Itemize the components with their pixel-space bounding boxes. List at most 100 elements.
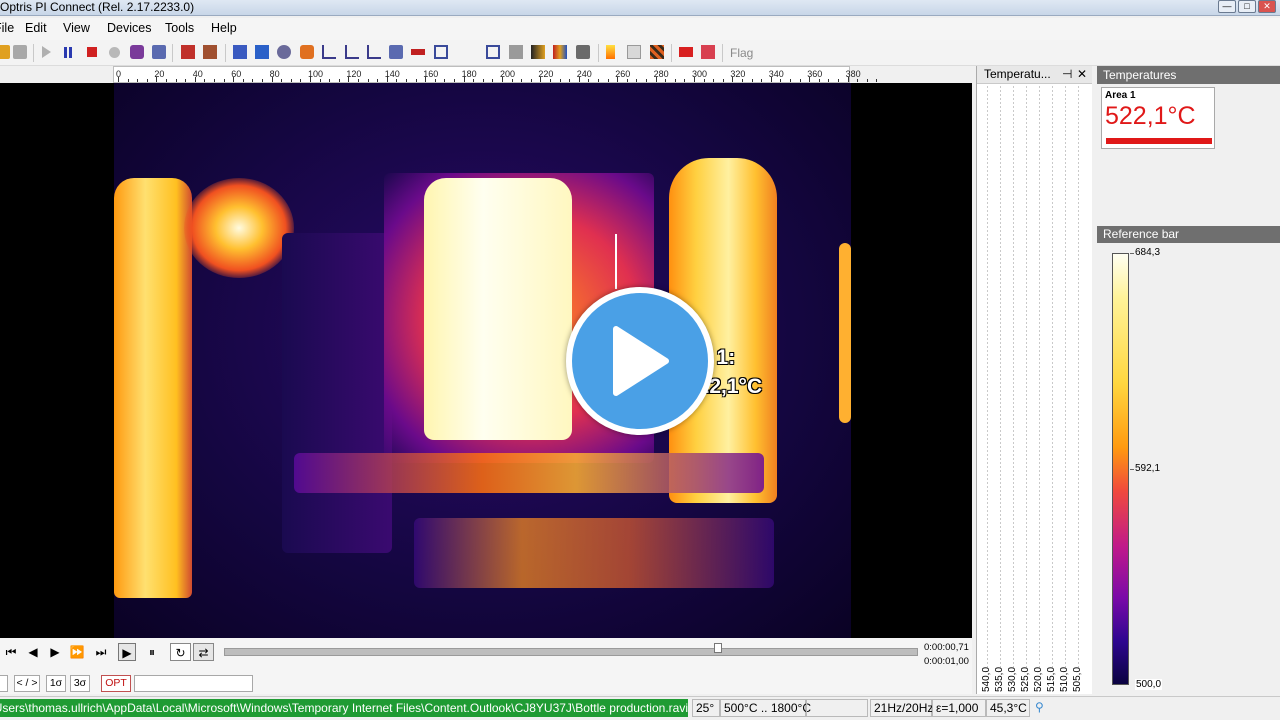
fit-icon[interactable] — [486, 45, 500, 59]
maximize-button[interactable]: □ — [1238, 0, 1256, 13]
layout-icon[interactable] — [181, 45, 195, 59]
line-chart-icon[interactable] — [322, 45, 336, 59]
empty-field — [806, 699, 868, 717]
machine-frame — [282, 233, 392, 553]
document-icon[interactable] — [233, 45, 247, 59]
square-icon[interactable] — [509, 45, 523, 59]
color-reference-bar — [1112, 253, 1129, 685]
record-icon[interactable] — [109, 47, 120, 58]
play-pause-icon[interactable]: ▶ — [118, 643, 136, 661]
ruler-tick — [482, 79, 484, 82]
line-icon[interactable] — [411, 49, 425, 55]
color-bars-icon[interactable] — [531, 45, 545, 59]
ruler-tick — [655, 77, 657, 82]
ruler-tick — [492, 79, 494, 82]
toolbar: Flag — [0, 40, 1280, 66]
timeline-thumb[interactable] — [714, 643, 722, 653]
ruler-tick — [790, 79, 791, 82]
thermal-image-view[interactable]: Area 1: 522,1°C — [0, 83, 972, 638]
left-edge-button[interactable] — [0, 675, 8, 692]
menu-tools[interactable]: Tools — [165, 21, 194, 35]
menu-devices[interactable]: Devices — [107, 21, 151, 35]
timeline-slider[interactable] — [224, 643, 918, 656]
ruler-tick — [358, 79, 359, 82]
status-bar: C:\Users\thomas.ullrich\AppData\Local\Mi… — [0, 696, 1280, 720]
ruler-tick — [722, 79, 724, 82]
temperatures-panel-title: Temperatures — [1097, 66, 1280, 84]
fov-field: 25° — [692, 699, 720, 717]
one-sigma-button[interactable]: 1σ — [46, 675, 66, 692]
graph-y-label: 515,0 — [1046, 666, 1057, 692]
range-toggle-button[interactable]: < / > — [14, 675, 40, 692]
step-forward-icon[interactable]: ▶ — [46, 643, 64, 661]
menu-edit[interactable]: Edit — [25, 21, 47, 35]
alarm-icon[interactable] — [679, 47, 693, 57]
tools-icon[interactable] — [576, 45, 590, 59]
graph-grid-line — [1000, 86, 1001, 668]
play-icon[interactable] — [42, 46, 51, 58]
palette-icon[interactable] — [203, 45, 217, 59]
fast-forward-icon[interactable]: ⏩ — [68, 643, 86, 661]
three-sigma-button[interactable]: 3σ — [70, 675, 90, 692]
copy-icon[interactable] — [152, 45, 166, 59]
graph-panel-header: Temperatu... ⊣ ✕ — [977, 66, 1092, 84]
bottle-edge-right — [839, 243, 851, 423]
isotherm-icon[interactable] — [650, 45, 664, 59]
pin-icon[interactable]: ⊣ — [1062, 66, 1072, 83]
trend-icon[interactable] — [367, 45, 381, 59]
pause-icon[interactable] — [64, 47, 72, 58]
pause-icon[interactable]: ⏸ — [143, 643, 161, 661]
ruler-tick — [348, 77, 350, 82]
ruler-tick — [146, 79, 148, 82]
scale-range-field[interactable] — [134, 675, 253, 692]
paint-icon[interactable] — [300, 45, 314, 59]
ruler-tick — [367, 79, 369, 82]
scale-icon[interactable] — [606, 45, 615, 59]
temperatures-panel: Temperatures Area 1 522,1°C — [1097, 66, 1280, 226]
ruler-tick — [838, 79, 839, 82]
close-button[interactable]: ✕ — [1258, 0, 1276, 13]
menu-help[interactable]: Help — [211, 21, 237, 35]
resize-icon[interactable] — [434, 45, 448, 59]
ruler-tick — [674, 79, 676, 82]
graph-y-label: 525,0 — [1020, 666, 1031, 692]
layers-icon[interactable] — [277, 45, 291, 59]
camera-icon[interactable] — [130, 45, 144, 59]
bars-icon[interactable] — [553, 45, 567, 59]
step-back-icon[interactable]: ◀ — [24, 643, 42, 661]
ruler-tick — [223, 79, 225, 82]
loop-icon[interactable]: ↻ — [170, 643, 191, 661]
ruler-tick — [290, 79, 292, 82]
ruler-tick — [847, 77, 849, 82]
skip-start-icon[interactable]: ⏮ — [2, 643, 20, 661]
ruler-tick — [338, 79, 340, 82]
ruler-tick — [281, 79, 283, 82]
save-icon[interactable] — [13, 45, 27, 59]
ruler-tick — [175, 79, 177, 82]
close-icon[interactable]: ✕ — [1077, 66, 1087, 83]
toolbar-separator — [671, 44, 672, 62]
profile-icon[interactable] — [345, 45, 359, 59]
graph-grid-line — [1013, 86, 1014, 668]
minimize-button[interactable]: — — [1218, 0, 1236, 13]
histogram-icon[interactable] — [255, 45, 269, 59]
area-temperature-box[interactable]: Area 1 522,1°C — [1101, 87, 1215, 149]
scale-settings-icon[interactable] — [627, 45, 641, 59]
skip-end-icon[interactable]: ⏭ — [92, 643, 110, 661]
ruler-tick — [607, 79, 609, 82]
ruler-tick — [569, 79, 571, 82]
ruler-tick — [578, 77, 580, 82]
menu-file[interactable]: File — [0, 21, 14, 35]
grid-icon[interactable] — [389, 45, 403, 59]
reference-bar-panel: Reference bar 684,3 592,1 500,0 — [1097, 226, 1280, 694]
ruler-tick — [204, 79, 206, 82]
settings-icon[interactable]: ⇄ — [193, 643, 214, 661]
opt-button[interactable]: OPT — [101, 675, 131, 692]
stop-icon[interactable] — [87, 47, 97, 57]
menu-view[interactable]: View — [63, 21, 90, 35]
graph-grid-line — [1052, 86, 1053, 668]
video-play-button[interactable] — [566, 287, 714, 435]
open-icon[interactable] — [0, 45, 10, 59]
alarm-settings-icon[interactable] — [701, 45, 715, 59]
flag-button[interactable]: Flag — [730, 46, 753, 60]
